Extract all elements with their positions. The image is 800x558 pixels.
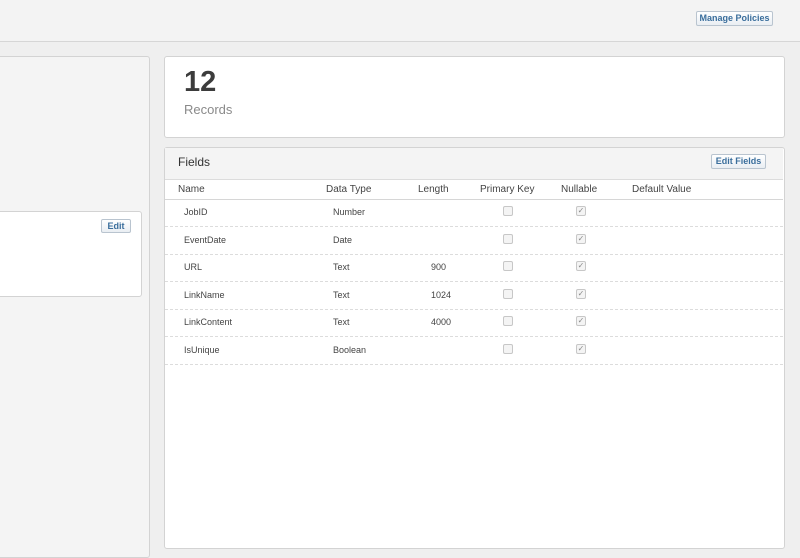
table-row: EventDate Date ✓: [165, 227, 783, 255]
column-header-nullable[interactable]: Nullable: [561, 184, 597, 195]
nullable-checkbox: ✓: [576, 206, 586, 216]
field-type-cell: Boolean: [333, 345, 367, 355]
records-count: 12: [184, 66, 217, 98]
top-bar: [0, 0, 800, 42]
column-header-primary-key[interactable]: Primary Key: [480, 184, 534, 195]
nullable-checkbox: ✓: [576, 261, 586, 271]
fields-panel-header: [165, 148, 783, 180]
primary-key-checkbox: [503, 344, 513, 354]
nullable-checkbox: ✓: [576, 289, 586, 299]
table-row: IsUnique Boolean ✓: [165, 337, 783, 365]
fields-title: Fields: [178, 155, 211, 169]
field-name-cell: IsUnique: [184, 345, 220, 355]
primary-key-checkbox: [503, 206, 513, 216]
field-type-cell: Text: [333, 262, 350, 272]
field-length-cell: 900: [431, 262, 447, 272]
primary-key-checkbox: [503, 316, 513, 326]
table-row: LinkContent Text 4000 ✓: [165, 309, 783, 337]
nullable-checkbox: ✓: [576, 344, 586, 354]
table-row: LinkName Text 1024 ✓: [165, 282, 783, 310]
column-header-data-type[interactable]: Data Type: [326, 184, 371, 195]
field-length-cell: 4000: [431, 317, 452, 327]
edit-button[interactable]: Edit: [101, 219, 131, 233]
field-type-cell: Number: [333, 207, 366, 217]
column-header-length[interactable]: Length: [418, 184, 449, 195]
records-panel: [164, 56, 785, 138]
field-name-cell: URL: [184, 262, 203, 272]
primary-key-checkbox: [503, 234, 513, 244]
nullable-checkbox: ✓: [576, 316, 586, 326]
field-name-cell: LinkContent: [184, 317, 233, 327]
primary-key-checkbox: [503, 261, 513, 271]
field-type-cell: Text: [333, 290, 350, 300]
column-header-default-value[interactable]: Default Value: [632, 184, 691, 195]
table-row: JobID Number ✓: [165, 199, 783, 227]
left-panel: [0, 56, 150, 558]
field-length-cell: 1024: [431, 290, 452, 300]
edit-fields-button[interactable]: Edit Fields: [711, 154, 766, 169]
nullable-checkbox: ✓: [576, 234, 586, 244]
field-type-cell: Text: [333, 317, 350, 327]
records-label: Records: [184, 102, 233, 117]
field-type-cell: Date: [333, 235, 353, 245]
manage-policies-button[interactable]: Manage Policies: [696, 11, 773, 26]
primary-key-checkbox: [503, 289, 513, 299]
field-name-cell: EventDate: [184, 235, 227, 245]
column-header-name[interactable]: Name: [178, 184, 205, 195]
field-name-cell: LinkName: [184, 290, 225, 300]
field-name-cell: JobID: [184, 207, 208, 217]
table-row: URL Text 900 ✓: [165, 254, 783, 282]
